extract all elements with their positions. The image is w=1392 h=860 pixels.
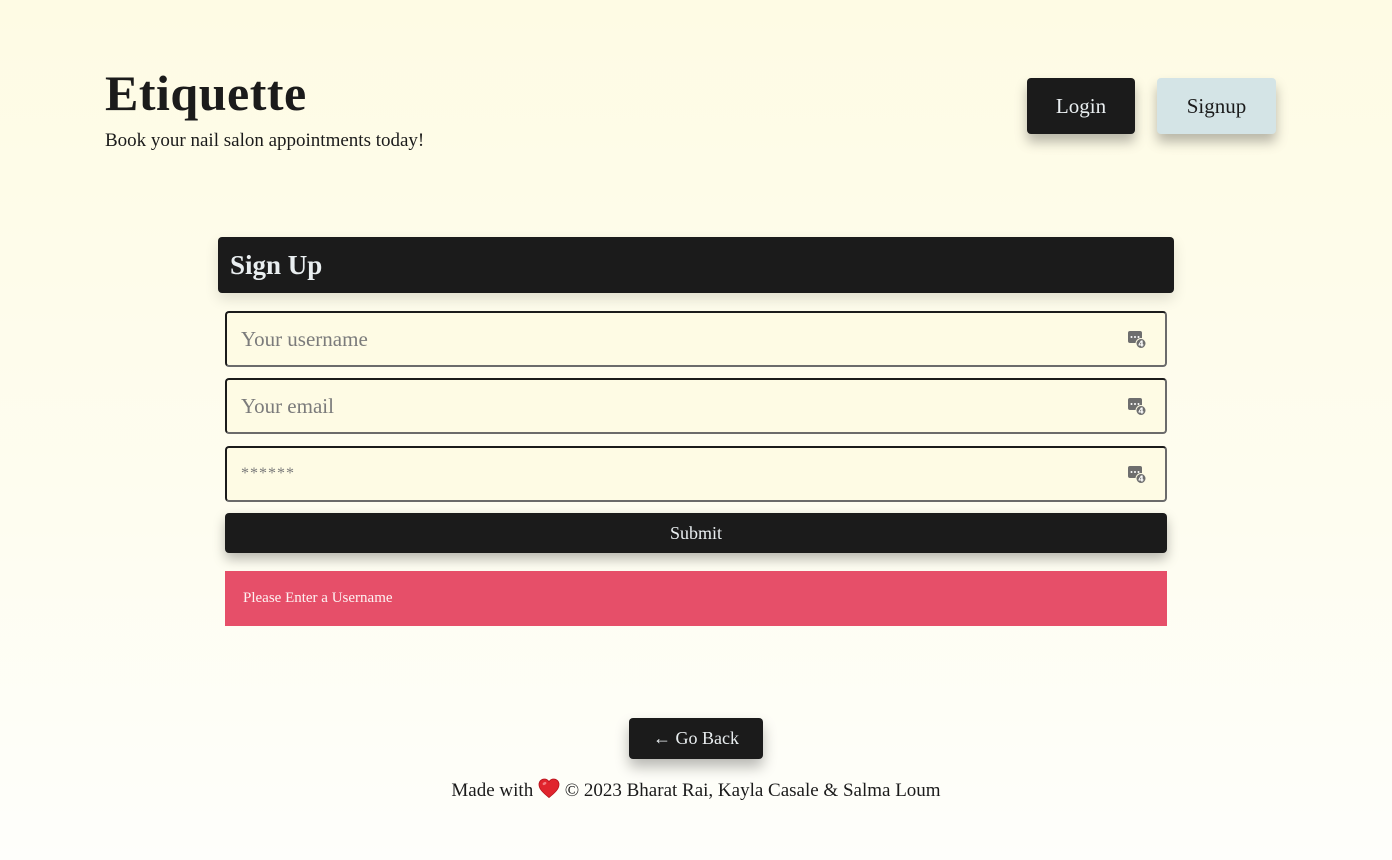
- svg-text:4: 4: [1138, 339, 1144, 348]
- footer-made-with: Made with: [451, 780, 534, 801]
- svg-text:4: 4: [1138, 474, 1144, 483]
- header-nav: Login Signup: [1027, 78, 1276, 134]
- password-manager-keyboard-icon[interactable]: 4: [1127, 396, 1147, 416]
- site-title: Etiquette: [105, 65, 307, 121]
- site-tagline: Book your nail salon appointments today!: [105, 130, 425, 151]
- username-input[interactable]: [227, 325, 1127, 353]
- brand: Etiquette Book your nail salon appointme…: [105, 62, 424, 152]
- password-manager-keyboard-icon[interactable]: 4: [1127, 329, 1147, 349]
- form-title: Sign Up: [230, 249, 323, 280]
- error-alert: Please Enter a Username: [225, 571, 1167, 626]
- login-button[interactable]: Login: [1027, 78, 1135, 134]
- signup-button[interactable]: Signup: [1157, 78, 1276, 134]
- footer-credits: © 2023 Bharat Rai, Kayla Casale & Salma …: [564, 780, 941, 801]
- svg-text:4: 4: [1138, 406, 1144, 415]
- email-input[interactable]: [227, 392, 1127, 420]
- password-field: 4: [225, 446, 1167, 502]
- username-field: 4: [225, 311, 1167, 367]
- email-field: 4: [225, 378, 1167, 434]
- go-back-button[interactable]: ← Go Back: [629, 718, 763, 759]
- footer: Made with © 2023 Bharat Rai, Kayla Casal…: [0, 778, 1392, 802]
- submit-button[interactable]: Submit: [225, 513, 1167, 553]
- error-message: Please Enter a Username: [243, 590, 393, 606]
- password-input[interactable]: [227, 464, 1127, 484]
- password-manager-keyboard-icon[interactable]: 4: [1127, 464, 1147, 484]
- signup-card-header: Sign Up: [218, 237, 1174, 293]
- heart-icon: [538, 778, 560, 799]
